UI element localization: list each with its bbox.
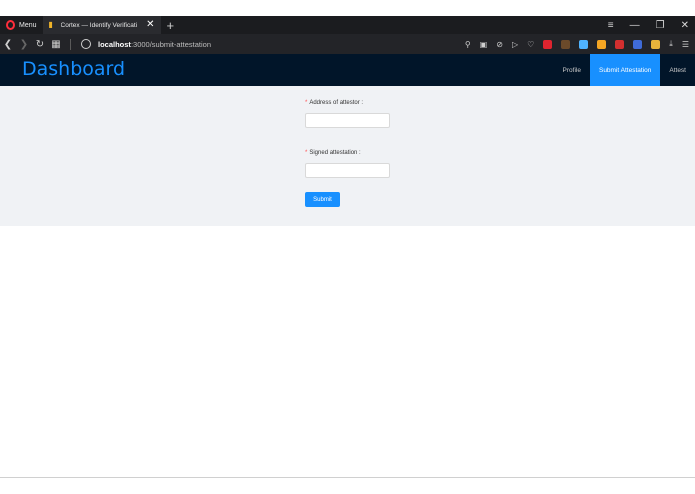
url-field[interactable]: localhost:3000/submit-attestation <box>98 40 211 49</box>
shield-icon[interactable]: ⊘ <box>496 40 503 49</box>
search-icon[interactable]: ⚲ <box>465 40 471 49</box>
tabs-grid-icon[interactable]: ▦ <box>48 39 64 50</box>
signed-label-text: Signed attestation <box>309 150 358 156</box>
back-icon[interactable]: ❮ <box>0 39 16 50</box>
site-info-icon[interactable] <box>81 39 91 49</box>
nav-item-attest[interactable]: Attest <box>660 54 695 86</box>
tab-menu-icon[interactable]: ≡ <box>608 20 614 31</box>
signed-field-label: * Signed attestation : <box>305 150 361 156</box>
camera-icon[interactable]: ▣ <box>480 40 488 49</box>
nav-item-profile[interactable]: Profile <box>554 54 590 86</box>
url-host: localhost <box>98 39 131 49</box>
address-field-label: * Address of attestor : <box>305 100 364 106</box>
extension-app-icon[interactable] <box>615 39 625 49</box>
close-window-icon[interactable]: ✕ <box>681 20 689 31</box>
browser-menu-label: Menu <box>19 21 37 29</box>
extension-red-icon[interactable] <box>543 39 553 49</box>
toolbar-icons: ⚲ ▣ ⊘ ▷ ♡ ⤓ ☰ <box>465 34 689 54</box>
top-nav-menu: Profile Submit Attestation Attest <box>554 54 695 86</box>
app-header: Dashboard Profile Submit Attestation Att… <box>0 54 695 86</box>
extension-brown-icon[interactable] <box>561 39 571 49</box>
signed-attestation-input[interactable] <box>305 163 390 178</box>
browser-tab-bar: Menu ▮ Cortex — Identify Verificati ✕ + … <box>0 16 695 34</box>
required-marker: * <box>305 150 308 156</box>
address-bar: ❮ ❯ ↻ ▦ localhost:3000/submit-attestatio… <box>0 34 695 54</box>
submit-button[interactable]: Submit <box>305 192 340 207</box>
minimize-icon[interactable]: — <box>630 20 640 31</box>
tag-favicon-icon: ▮ <box>48 20 53 29</box>
bottom-divider <box>0 477 695 478</box>
opera-logo-icon <box>6 20 15 30</box>
main-content: * Address of attestor : * Signed attestati… <box>0 86 695 226</box>
address-of-attestor-input[interactable] <box>305 113 390 128</box>
easy-setup-icon[interactable]: ☰ <box>682 40 689 49</box>
browser-menu-button[interactable]: Menu <box>0 16 43 34</box>
url-path: :3000/submit-attestation <box>130 39 211 49</box>
restore-icon[interactable]: ❐ <box>656 20 665 31</box>
tab-title: Cortex — Identify Verificati <box>60 21 138 29</box>
address-label-text: Address of attestor <box>309 100 360 106</box>
top-strip <box>0 0 695 16</box>
divider <box>70 38 71 50</box>
browser-tab[interactable]: ▮ Cortex — Identify Verificati ✕ <box>42 16 161 34</box>
brand-title: Dashboard <box>22 58 126 80</box>
download-icon[interactable]: ⤓ <box>669 39 673 49</box>
forward-icon[interactable]: ❯ <box>16 39 32 50</box>
extension-fox-icon[interactable] <box>597 39 607 49</box>
heart-icon[interactable]: ♡ <box>527 40 534 49</box>
nav-item-submit-attestation[interactable]: Submit Attestation <box>589 54 661 86</box>
required-marker: * <box>305 100 308 106</box>
extension-blue-icon[interactable] <box>633 39 643 49</box>
attestation-form: * Address of attestor : * Signed attestati… <box>305 98 395 207</box>
new-tab-button[interactable]: + <box>167 19 175 32</box>
send-icon[interactable]: ▷ <box>512 40 518 49</box>
close-tab-icon[interactable]: ✕ <box>146 20 154 30</box>
window-controls: ≡ — ❐ ✕ <box>608 16 689 34</box>
extension-vpn-icon[interactable] <box>579 39 589 49</box>
extension-yellow-icon[interactable] <box>651 39 661 49</box>
reload-icon[interactable]: ↻ <box>32 39 48 50</box>
